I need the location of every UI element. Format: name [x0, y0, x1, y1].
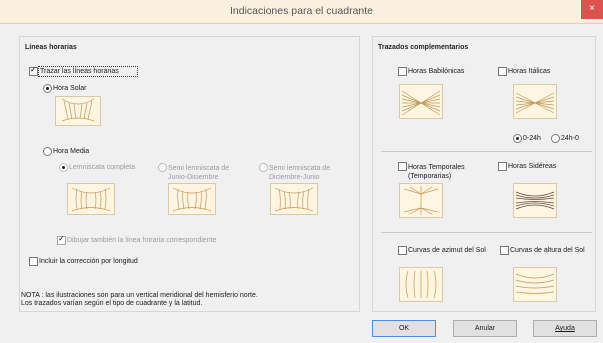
help-button[interactable]: Ayuda	[533, 320, 597, 337]
ok-button[interactable]: OK	[372, 320, 436, 337]
close-button[interactable]: ×	[581, 0, 603, 19]
italic-hours-label[interactable]: Horas Itálicas	[508, 68, 550, 75]
window-title: Indicaciones para el cuadrante	[229, 5, 373, 17]
title-bar: Indicaciones para el cuadrante ×	[0, 0, 603, 24]
azimuth-curves-checkbox[interactable]	[398, 246, 407, 255]
longitude-correction-checkbox[interactable]	[29, 257, 38, 266]
babylonian-hours-label[interactable]: Horas Babilónicas	[408, 68, 464, 75]
range-24-0-radio[interactable]	[551, 134, 560, 143]
lemniscate-dec-jun-label[interactable]: Semi lemniscata de Diciembre-Junio	[269, 164, 339, 182]
sidereal-hours-label[interactable]: Horas Sidéreas	[508, 163, 556, 170]
azimuth-curves-illustration	[399, 267, 443, 302]
babylonian-hours-illustration	[399, 84, 443, 119]
range-24-0-label[interactable]: 24h-0	[561, 135, 579, 142]
draw-also-label[interactable]: Dibujar también la línea horaria corresp…	[67, 237, 216, 244]
babylonian-hours-checkbox[interactable]	[398, 67, 407, 76]
sidereal-hours-checkbox[interactable]	[498, 162, 507, 171]
lemniscate-full-illustration	[67, 183, 115, 215]
range-0-24-label[interactable]: 0-24h	[523, 135, 541, 142]
note-line-1: NOTA : las ilustraciones son para un ver…	[21, 292, 258, 299]
lemniscate-full-label[interactable]: Lemniscata completa	[69, 164, 135, 171]
range-0-24-radio[interactable]	[513, 134, 522, 143]
lemniscate-full-radio[interactable]	[59, 163, 68, 172]
mean-time-radio[interactable]	[43, 147, 52, 156]
trace-lines-checkbox[interactable]	[29, 65, 38, 76]
temporal-hours-checkbox[interactable]	[398, 162, 407, 171]
right-separator-2	[381, 232, 592, 233]
italic-hours-illustration	[513, 84, 557, 119]
altitude-curves-label[interactable]: Curvas de altura del Sol	[510, 247, 585, 254]
complementary-traces-header: Trazados complementarios	[378, 44, 469, 51]
lemniscate-dec-jun-radio[interactable]	[259, 163, 268, 172]
altitude-curves-illustration	[513, 267, 557, 302]
trace-lines-label[interactable]: Trazar las líneas horarias	[40, 68, 119, 75]
cancel-button[interactable]: Anular	[453, 320, 517, 337]
lemniscate-dec-jun-illustration	[270, 183, 318, 215]
note-line-2: Los trazados varían según el tipo de cua…	[21, 300, 203, 307]
longitude-correction-label[interactable]: Incluir la corrección por longitud	[39, 258, 138, 265]
sidereal-hours-illustration	[513, 183, 557, 218]
hour-lines-header: Líneas horarias	[25, 44, 77, 51]
azimuth-curves-label[interactable]: Curvas de azimut del Sol	[408, 247, 486, 254]
lemniscate-jun-dec-label[interactable]: Semi lemniscata de Junio-Diciembre	[168, 164, 248, 182]
solar-time-radio[interactable]	[43, 84, 52, 93]
lemniscate-jun-dec-radio[interactable]	[158, 163, 167, 172]
altitude-curves-checkbox[interactable]	[500, 246, 509, 255]
italic-hours-checkbox[interactable]	[498, 67, 507, 76]
temporal-hours-illustration	[399, 183, 443, 218]
solar-time-illustration	[55, 96, 101, 126]
right-separator-1	[381, 151, 592, 152]
draw-also-checkbox[interactable]	[57, 234, 66, 245]
help-button-label: Ayuda	[555, 325, 575, 332]
lemniscate-jun-dec-illustration	[168, 183, 216, 215]
temporal-hours-label[interactable]: Horas Temporales (Temporarias)	[408, 163, 488, 181]
solar-time-label[interactable]: Hora Solar	[53, 85, 86, 92]
mean-time-label[interactable]: Hora Media	[53, 148, 89, 155]
